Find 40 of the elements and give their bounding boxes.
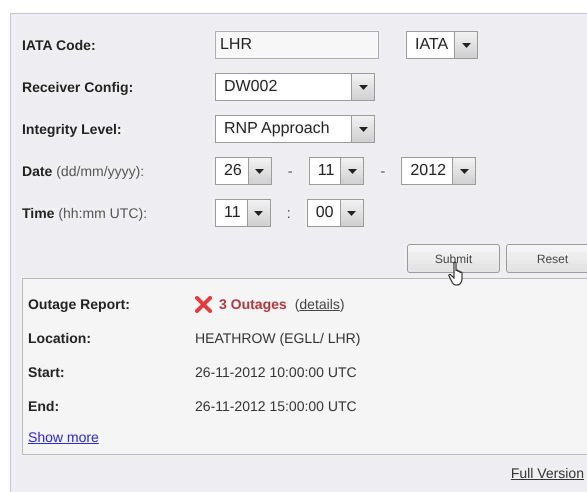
dropdown-select[interactable]: DW002 [215,73,375,101]
report-value: HEATHROW (EGLL/ LHR) [195,330,360,346]
report-label: Outage Report: [28,296,131,312]
field-label: IATA Code: [22,37,97,53]
report-value: 26-11-2012 10:00:00 UTC [195,364,357,380]
separator: - [286,162,294,180]
dropdown-select[interactable]: 11 [215,199,271,227]
dropdown-arrow-icon [462,42,471,48]
code-field[interactable]: LHR [215,31,379,59]
outage-count: 3 Outages [219,296,287,312]
dropdown-arrow-icon [254,210,264,216]
reset-button[interactable]: Reset [506,244,587,273]
separator: : [286,204,292,222]
bracket: ) [340,296,345,312]
show-more-link[interactable]: Show more [28,429,99,445]
cross-icon [195,296,212,312]
dropdown-arrow-icon [255,168,264,174]
report-label: Location: [28,330,92,346]
field-label: Date (dd/mm/yyyy): [22,163,146,179]
dropdown-arrow-icon [358,84,368,90]
dropdown-select[interactable]: 2012 [401,157,476,185]
dropdown-select[interactable]: RNP Approach [215,115,375,143]
dropdown-select[interactable]: 00 [306,199,364,227]
dropdown-arrow-icon [460,168,468,174]
bracket: ( [294,296,300,312]
full-version-link[interactable]: Full Version [510,465,584,481]
field-label: Receiver Config: [22,79,134,95]
dropdown-arrow-icon [348,168,357,174]
field-label: Integrity Level: [22,121,123,137]
report-label: End: [28,398,60,414]
code-type-select[interactable]: IATA [406,31,478,59]
dropdown-select[interactable]: 11 [308,157,364,185]
dropdown-arrow-icon [347,210,356,216]
dropdown-arrow-icon [358,126,368,132]
dropdown-select[interactable]: 26 [215,157,272,185]
details-link[interactable]: details [299,296,340,312]
report-value: 26-11-2012 15:00:00 UTC [195,398,357,414]
field-label: Time (hh:mm UTC): [22,205,148,221]
report-label: Start: [28,364,66,380]
separator: - [379,162,386,180]
